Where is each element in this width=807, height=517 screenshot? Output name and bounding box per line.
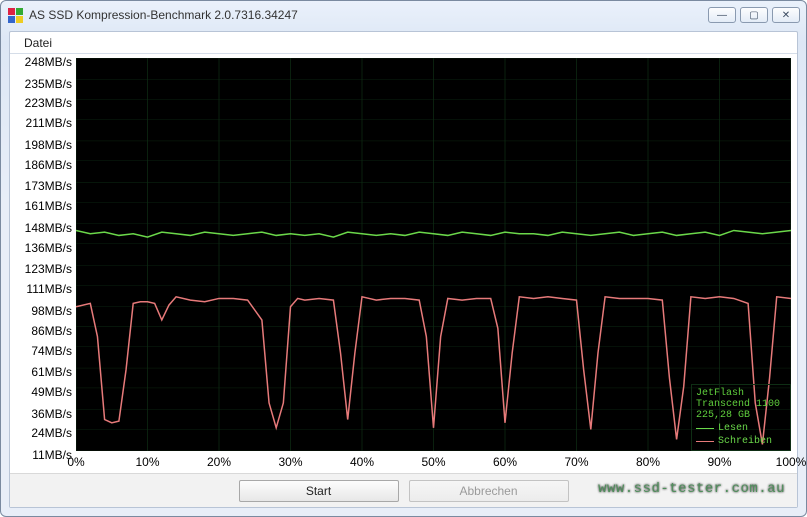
minimize-button[interactable]: —: [708, 7, 736, 23]
y-axis-labels: 11MB/s24MB/s36MB/s49MB/s61MB/s74MB/s86MB…: [10, 58, 74, 451]
y-tick-label: 235MB/s: [25, 77, 72, 91]
x-tick-label: 30%: [278, 455, 302, 469]
y-tick-label: 24MB/s: [31, 426, 72, 440]
y-tick-label: 198MB/s: [25, 138, 72, 152]
y-tick-label: 61MB/s: [31, 365, 72, 379]
chart-plot: [76, 58, 791, 451]
x-tick-label: 0%: [67, 455, 84, 469]
app-window: AS SSD Kompression-Benchmark 2.0.7316.34…: [0, 0, 807, 517]
y-tick-label: 123MB/s: [25, 262, 72, 276]
x-tick-label: 80%: [636, 455, 660, 469]
x-tick-label: 90%: [707, 455, 731, 469]
x-tick-label: 100%: [776, 455, 807, 469]
start-button[interactable]: Start: [239, 480, 399, 502]
legend-swatch-read: [696, 428, 714, 429]
titlebar: AS SSD Kompression-Benchmark 2.0.7316.34…: [1, 1, 806, 29]
y-tick-label: 173MB/s: [25, 179, 72, 193]
x-tick-label: 50%: [421, 455, 445, 469]
x-axis-labels: 0%10%20%30%40%50%60%70%80%90%100%: [76, 453, 791, 471]
legend-swatch-write: [696, 441, 714, 442]
y-tick-label: 186MB/s: [25, 158, 72, 172]
abort-button: Abbrechen: [409, 480, 569, 502]
window-title: AS SSD Kompression-Benchmark 2.0.7316.34…: [29, 8, 708, 22]
x-tick-label: 60%: [493, 455, 517, 469]
window-controls: — ▢ ✕: [708, 7, 800, 23]
x-tick-label: 40%: [350, 455, 374, 469]
x-tick-label: 70%: [564, 455, 588, 469]
maximize-button[interactable]: ▢: [740, 7, 768, 23]
app-icon: [7, 7, 23, 23]
legend-label-read: Lesen: [718, 423, 748, 434]
chart-area: 11MB/s 24MB/s 36MB/s 49MB/s 61MB/s 74MB/s 86MB…: [10, 54, 797, 471]
close-button[interactable]: ✕: [772, 7, 800, 23]
y-tick-label: 223MB/s: [25, 96, 72, 110]
y-tick-label: 211MB/s: [26, 116, 72, 130]
legend-device: JetFlash Transcend 1100: [696, 388, 786, 410]
menu-datei[interactable]: Datei: [18, 34, 58, 52]
legend-label-write: Schreiben: [718, 436, 772, 447]
y-tick-label: 86MB/s: [31, 324, 72, 338]
y-tick-label: 98MB/s: [31, 304, 72, 318]
y-tick-label: 148MB/s: [25, 221, 72, 235]
watermark: www.ssd-tester.com.au: [598, 481, 785, 497]
menubar: Datei: [10, 32, 797, 54]
chart-legend: JetFlash Transcend 1100 225,28 GB Lesen …: [691, 384, 791, 451]
y-tick-label: 248MB/s: [25, 55, 72, 69]
legend-capacity: 225,28 GB: [696, 410, 786, 421]
client-area: Datei 11MB/s 24MB/s 36MB/s 49MB/s 61MB/s 74MB…: [9, 31, 798, 508]
y-tick-label: 49MB/s: [31, 385, 72, 399]
y-tick-label: 111MB/s: [26, 282, 72, 296]
y-tick-label: 161MB/s: [25, 199, 72, 213]
x-tick-label: 10%: [135, 455, 159, 469]
y-tick-label: 136MB/s: [25, 241, 72, 255]
y-tick-label: 11MB/s: [32, 448, 72, 462]
y-tick-label: 36MB/s: [31, 407, 72, 421]
x-tick-label: 20%: [207, 455, 231, 469]
y-tick-label: 74MB/s: [31, 344, 72, 358]
